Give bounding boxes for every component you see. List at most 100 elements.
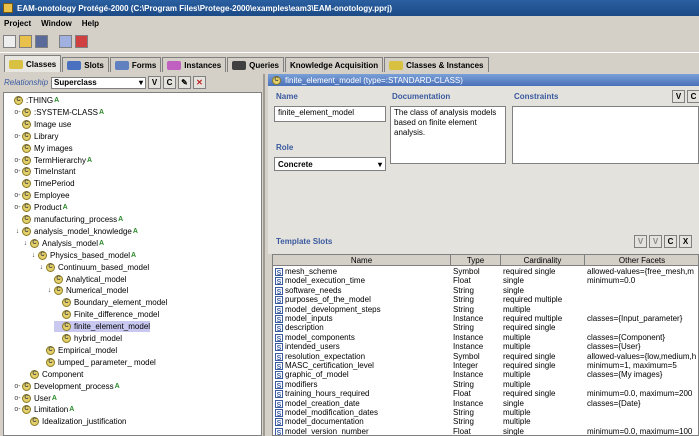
tree-node[interactable]: Cfinite_element_model xyxy=(54,321,151,333)
table-row[interactable]: Smodel_version_number Float single minimum=… xyxy=(273,427,698,435)
tree-node[interactable]: o- C User A xyxy=(14,393,57,404)
expand-toggle-icon[interactable]: ↓ xyxy=(14,228,21,235)
open-project-icon[interactable] xyxy=(19,35,32,48)
class-icon: C xyxy=(22,131,31,141)
tab-label: Instances xyxy=(184,60,222,70)
tree-node-label: :SYSTEM-CLASS xyxy=(34,107,99,117)
tree-node[interactable]: o- C TermHierarchy A xyxy=(14,155,92,166)
expand-toggle-icon[interactable]: ↓ xyxy=(38,264,45,271)
delete-icon[interactable] xyxy=(75,35,88,48)
expand-toggle-icon[interactable]: o- xyxy=(14,192,21,199)
tree-node[interactable]: C My images xyxy=(14,143,73,154)
chevron-down-icon: ▾ xyxy=(139,78,144,87)
tree-node[interactable]: C Finite_difference_model xyxy=(54,309,159,320)
slot-icon: S xyxy=(275,286,283,296)
new-project-icon[interactable] xyxy=(3,35,16,48)
tree-node[interactable]: o- C Product A xyxy=(14,202,68,213)
tree-node[interactable]: C Idealization_justification xyxy=(22,416,127,427)
tree-node-label: :THING xyxy=(26,96,54,105)
name-field[interactable]: finite_element_model xyxy=(274,106,386,122)
tree-node[interactable]: o- C Employee xyxy=(14,190,70,201)
edit-icon[interactable]: ✎ xyxy=(178,76,192,89)
tab-forms[interactable]: Forms xyxy=(109,57,162,72)
view-slot-button[interactable]: V xyxy=(634,235,647,248)
role-label: Role xyxy=(276,143,294,152)
chevron-down-icon: ▾ xyxy=(377,159,382,169)
class-icon: C xyxy=(272,75,281,85)
tab-classes-instances[interactable]: Classes & Instances xyxy=(384,57,489,72)
menu-help[interactable]: Help xyxy=(82,19,99,28)
relationship-value: Superclass xyxy=(54,78,97,87)
view-slot-at-class-button[interactable]: V xyxy=(649,235,662,248)
tree-node[interactable]: C Boundary_element_model xyxy=(54,297,167,308)
tab-queries[interactable]: Queries xyxy=(227,57,284,72)
create-constraint-button[interactable]: C xyxy=(687,90,699,103)
remove-slot-button[interactable]: X xyxy=(679,235,692,248)
column-header-other-facets[interactable]: Other Facets xyxy=(585,255,698,266)
expand-toggle-icon[interactable]: o- xyxy=(14,157,21,164)
tree-node-label: Image use xyxy=(34,119,72,129)
tab-classes[interactable]: Classes xyxy=(4,55,62,72)
tab-label: Forms xyxy=(131,60,157,70)
expand-toggle-icon[interactable]: o- xyxy=(14,395,21,402)
expand-toggle-icon[interactable]: o- xyxy=(14,406,21,413)
tree-node-label: lumped_ parameter_ model xyxy=(58,357,156,367)
tab-slots[interactable]: Slots xyxy=(62,57,109,72)
expand-toggle-icon[interactable]: ↓ xyxy=(30,252,37,259)
tree-node[interactable]: C Analytical_model xyxy=(46,274,126,285)
title-bar: EAM-onotology Protégé-2000 (C:\Program F… xyxy=(0,0,699,16)
tree-node[interactable]: ↓ C Physics_based_model A xyxy=(30,250,136,261)
column-header-cardinality[interactable]: Cardinality xyxy=(501,255,585,266)
expand-toggle-icon[interactable]: o- xyxy=(14,109,21,116)
expand-toggle-icon[interactable]: ↓ xyxy=(22,240,29,247)
abstract-marker: A xyxy=(131,251,137,259)
expand-toggle-icon[interactable]: o- xyxy=(14,383,21,390)
tree-node[interactable]: C:THING A xyxy=(6,95,59,106)
create-class-button[interactable]: C xyxy=(163,76,177,89)
tab-instances[interactable]: Instances xyxy=(162,57,227,72)
template-slots-table: Name Type Cardinality Other Facets Smesh… xyxy=(272,254,699,436)
tree-node[interactable]: o- C Library xyxy=(14,131,58,142)
tree-node[interactable]: Cmanufacturing_process A xyxy=(14,214,123,225)
view-class-button[interactable]: V xyxy=(148,76,162,89)
relationship-select[interactable]: Superclass ▾ xyxy=(51,76,147,89)
tree-node[interactable]: Chybrid_model xyxy=(54,333,122,344)
view-constraint-button[interactable]: V xyxy=(672,90,685,103)
tree-node-label: hybrid_model xyxy=(74,334,123,343)
role-select[interactable]: Concrete ▾ xyxy=(274,157,386,171)
tree-node[interactable]: C Image use xyxy=(14,119,71,130)
expand-toggle-icon[interactable]: o- xyxy=(14,133,21,140)
tree-node[interactable]: ↓ C Continuum_based_model xyxy=(38,262,149,273)
tab-knowledge-acquisition[interactable]: Knowledge Acquisition xyxy=(284,57,384,72)
menu-window[interactable]: Window xyxy=(41,19,72,28)
tree-node[interactable]: o- C:SYSTEM-CLASS A xyxy=(14,107,104,118)
column-header-name[interactable]: Name xyxy=(273,255,451,266)
abstract-marker: A xyxy=(99,108,105,116)
tree-node[interactable]: Clumped_ parameter_ model xyxy=(38,357,156,368)
tree-node[interactable]: o- C Development_process A xyxy=(14,381,120,392)
tree-node[interactable]: ↓ Canalysis_model_knowledge A xyxy=(14,226,138,237)
save-project-icon[interactable] xyxy=(35,35,48,48)
tree-node[interactable]: ↓ C Numerical_model xyxy=(46,285,128,296)
create-slot-button[interactable]: C xyxy=(664,235,677,248)
tree-node[interactable]: o- C Limitation A xyxy=(14,404,74,415)
tree-node[interactable]: o- C TimeInstant xyxy=(14,166,76,177)
menu-project[interactable]: Project xyxy=(4,19,31,28)
expand-toggle-icon[interactable]: o- xyxy=(14,168,21,175)
column-header-type[interactable]: Type xyxy=(451,255,501,266)
tree-node[interactable]: C Component xyxy=(22,369,83,380)
tree-node[interactable]: C Empirical_model xyxy=(38,345,117,356)
tree-node[interactable]: ↓ C Analysis_model A xyxy=(22,238,104,249)
class-tree[interactable]: C:THING Ao- C:SYSTEM-CLASS A C Image use o- C Li… xyxy=(3,92,262,436)
expand-toggle-icon[interactable]: ↓ xyxy=(46,287,53,294)
documentation-field[interactable]: The class of analysis models based on fi… xyxy=(390,106,506,164)
class-icon: C xyxy=(54,274,63,284)
cut-icon[interactable] xyxy=(59,35,72,48)
expand-toggle-icon[interactable]: o- xyxy=(14,204,21,211)
delete-class-icon[interactable]: ✕ xyxy=(193,76,207,89)
class-icon: C xyxy=(30,369,39,379)
class-icon: C xyxy=(46,345,55,355)
constraints-field[interactable] xyxy=(512,106,699,164)
tree-node[interactable]: C TimePeriod xyxy=(14,178,75,189)
abstract-marker: A xyxy=(99,239,105,247)
